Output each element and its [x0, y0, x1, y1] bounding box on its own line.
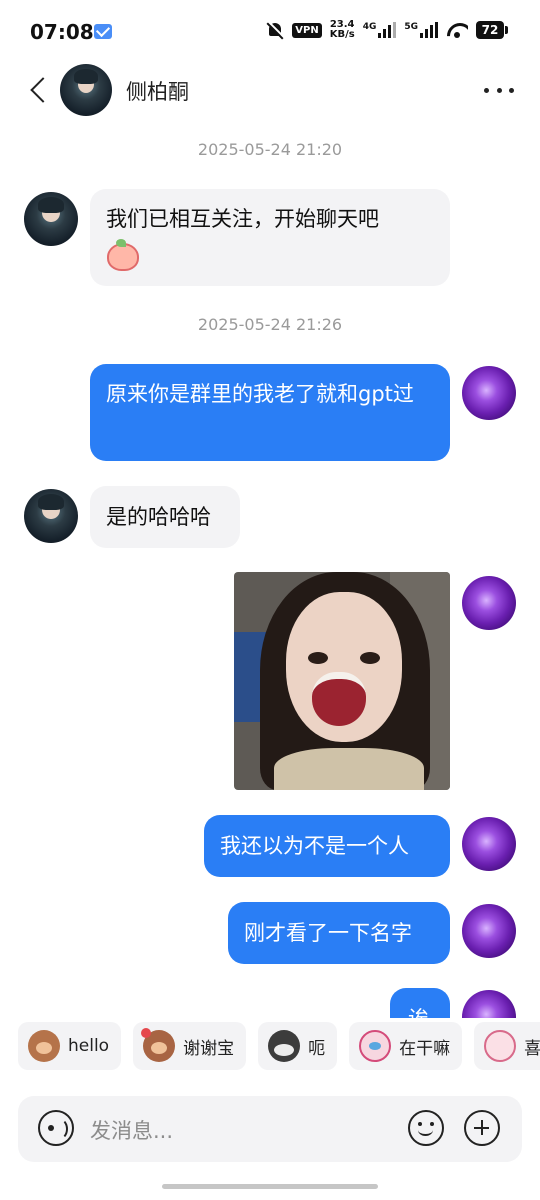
message-timestamp: 2025-05-24 21:26 [197, 315, 343, 334]
contact-avatar[interactable] [24, 489, 78, 543]
message-bubble-outgoing[interactable]: 我还以为不是一个人 [204, 815, 450, 877]
emoji-icon[interactable] [408, 1110, 444, 1146]
message-text: 是的哈哈哈 [106, 505, 211, 529]
vpn-badge: VPN [292, 22, 322, 38]
signal-4g-label: 4G [362, 22, 377, 32]
chat-header: 侧柏酮 [0, 62, 540, 118]
message-bubble-outgoing[interactable]: 原来你是群里的我老了就和gpt过 [90, 364, 450, 461]
quick-reply-label: 谢谢宝 [183, 1038, 235, 1059]
quick-reply-chip[interactable]: 谢谢宝 [133, 1022, 247, 1070]
cat-emoji-icon [268, 1030, 301, 1062]
battery-icon: 72 [476, 21, 508, 39]
my-avatar[interactable] [462, 576, 516, 630]
message-text: 诶 [408, 1007, 429, 1018]
message-text: 我们已相互关注，开始聊天吧 [106, 207, 379, 231]
mail-notification-icon [94, 24, 112, 39]
status-indicators: VPN 23.4 KB/s 4G 5G 72 [266, 20, 508, 40]
quick-reply-label: 呃 [308, 1038, 326, 1059]
my-avatar[interactable] [462, 817, 516, 871]
message-timestamp: 2025-05-24 21:20 [197, 140, 343, 159]
monkey-emoji-icon [28, 1030, 60, 1062]
message-list[interactable]: 2025-05-24 21:20 我们已相互关注，开始聊天吧 2025-05-2… [0, 118, 540, 1018]
quick-reply-chip[interactable]: 呃 [258, 1022, 338, 1070]
back-icon[interactable] [28, 78, 50, 100]
monkey-flower-emoji-icon [141, 1028, 176, 1062]
message-text: 刚才看了一下名字 [244, 921, 412, 945]
quick-reply-chip[interactable]: hello [18, 1022, 122, 1070]
image-message[interactable] [234, 572, 450, 790]
message-bubble-outgoing[interactable]: 诶 [390, 988, 450, 1018]
message-text: 原来你是群里的我老了就和gpt过 [106, 382, 414, 406]
quick-reply-label: 在干嘛 [399, 1038, 451, 1059]
signal-5g-label: 5G [404, 22, 418, 32]
message-bubble-outgoing[interactable]: 刚才看了一下名字 [228, 902, 450, 964]
signal-4g: 4G [363, 22, 397, 38]
quick-reply-bar: hello 谢谢宝 呃 在干嘛 喜 [18, 1022, 540, 1072]
add-attachment-icon[interactable] [464, 1110, 500, 1146]
battery-level: 72 [476, 21, 504, 39]
contact-name[interactable]: 侧柏酮 [126, 76, 189, 106]
more-options-icon[interactable] [484, 88, 514, 94]
quick-reply-label: 喜 [524, 1038, 540, 1059]
peach-sticker-icon [106, 239, 139, 271]
bunny-emoji-icon [359, 1030, 392, 1062]
network-speed-unit: KB/s [329, 29, 355, 40]
my-avatar[interactable] [462, 990, 516, 1018]
status-bar: 07:08 VPN 23.4 KB/s 4G 5G 72 [0, 0, 540, 62]
message-input[interactable]: 发消息... [90, 1115, 173, 1145]
message-text: 我还以为不是一个人 [220, 834, 409, 858]
status-time: 07:08 [30, 20, 94, 44]
home-indicator[interactable] [162, 1184, 378, 1189]
signal-5g: 5G [404, 22, 438, 38]
signal-bars-icon [378, 22, 397, 38]
bunny-emoji-icon [484, 1030, 517, 1062]
signal-bars-icon [420, 22, 438, 38]
quick-reply-chip[interactable]: 喜 [474, 1022, 540, 1070]
voice-input-icon[interactable] [38, 1110, 74, 1146]
wifi-icon [446, 21, 468, 39]
message-input-bar: 发消息... [18, 1096, 522, 1162]
message-bubble-incoming[interactable]: 是的哈哈哈 [90, 486, 240, 548]
contact-avatar[interactable] [60, 64, 112, 116]
message-bubble-incoming[interactable]: 我们已相互关注，开始聊天吧 [90, 189, 450, 286]
quick-reply-chip[interactable]: 在干嘛 [349, 1022, 463, 1070]
mute-icon [266, 21, 284, 40]
quick-reply-label: hello [68, 1036, 110, 1056]
contact-avatar[interactable] [24, 192, 78, 246]
network-speed: 23.4 KB/s [330, 20, 355, 40]
my-avatar[interactable] [462, 904, 516, 958]
my-avatar[interactable] [462, 366, 516, 420]
